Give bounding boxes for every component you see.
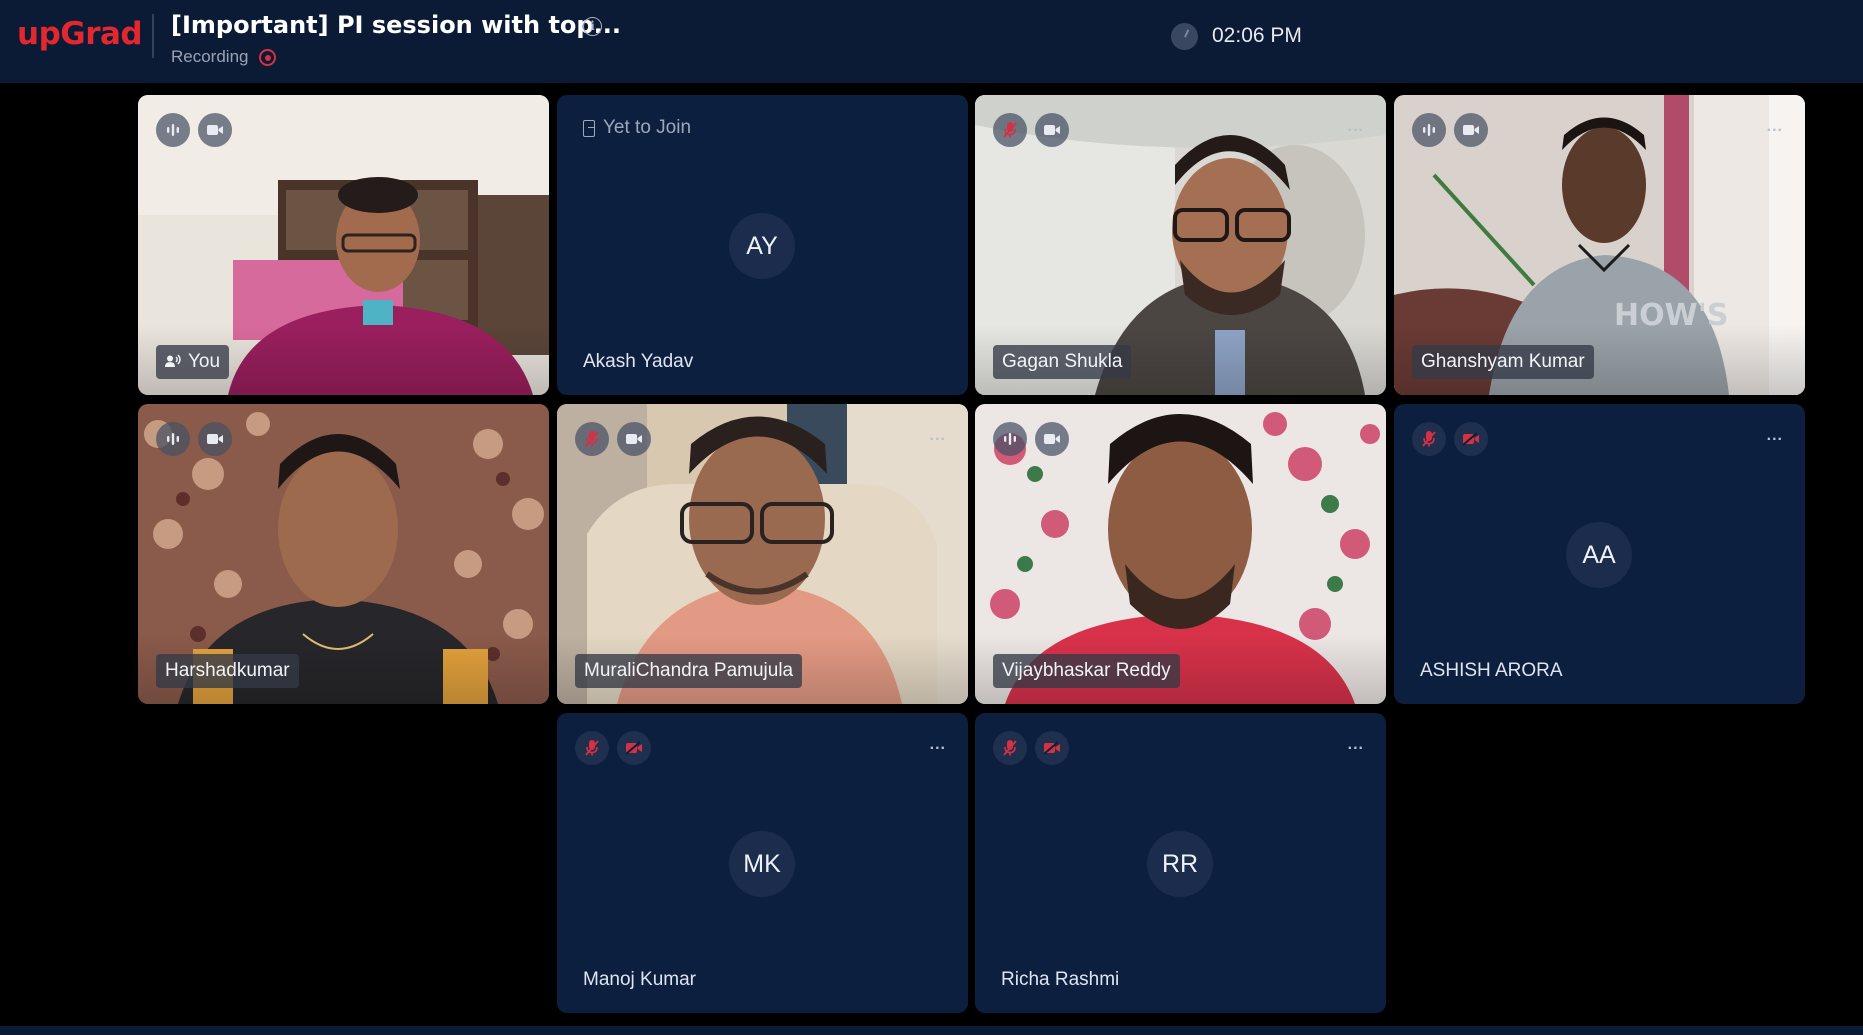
header-divider: [152, 14, 154, 58]
mic-icon[interactable]: [156, 113, 190, 147]
upgrad-logo: upGrad: [17, 16, 143, 52]
participant-name: Gagan Shukla: [993, 345, 1132, 379]
camera-icon[interactable]: [1454, 113, 1488, 147]
mic-muted-icon[interactable]: [575, 422, 609, 456]
more-options-icon[interactable]: ...: [1767, 428, 1783, 444]
clock-icon: [1171, 23, 1198, 50]
mic-icon[interactable]: [1412, 113, 1446, 147]
participant-tile-harshadkumar[interactable]: Harshadkumar: [138, 404, 549, 704]
mic-muted-icon[interactable]: [575, 731, 609, 765]
info-icon[interactable]: i: [583, 17, 602, 36]
mic-muted-icon[interactable]: [993, 113, 1027, 147]
participant-tile-gagan-shukla[interactable]: ... Gagan Shukla: [975, 95, 1386, 395]
more-options-icon[interactable]: ...: [1348, 737, 1364, 753]
participant-tile-ghanshyam-kumar[interactable]: HOW'S ... Ghanshyam Kumar: [1394, 95, 1805, 395]
participant-name: Ghanshyam Kumar: [1412, 345, 1594, 379]
participant-name-label: You: [188, 351, 221, 372]
camera-icon[interactable]: [617, 422, 651, 456]
participant-name: Vijaybhaskar Reddy: [993, 654, 1180, 688]
mic-muted-icon[interactable]: [993, 731, 1027, 765]
camera-icon[interactable]: [1035, 113, 1069, 147]
participant-name: Manoj Kumar: [583, 969, 696, 990]
camera-off-icon[interactable]: [1035, 731, 1069, 765]
participant-name: Richa Rashmi: [1001, 969, 1120, 990]
participant-tile-vijaybhaskar-reddy[interactable]: Vijaybhaskar Reddy: [975, 404, 1386, 704]
more-options-icon[interactable]: ...: [930, 737, 946, 753]
participant-name: ASHISH ARORA: [1420, 660, 1563, 681]
svg-text:HOW'S: HOW'S: [1614, 298, 1729, 333]
participant-name: You: [156, 345, 230, 379]
camera-icon[interactable]: [198, 113, 232, 147]
speaker-icon: [165, 354, 181, 367]
avatar: RR: [1147, 831, 1213, 897]
session-title: [Important] PI session with top...: [171, 11, 621, 39]
participant-tile-you[interactable]: You: [138, 95, 549, 395]
more-options-icon[interactable]: ...: [1767, 119, 1783, 135]
participant-name: Akash Yadav: [583, 351, 694, 372]
camera-off-icon[interactable]: [617, 731, 651, 765]
mic-muted-icon[interactable]: [1412, 422, 1446, 456]
participant-tile-richa-rashmi[interactable]: ... RR Richa Rashmi: [975, 713, 1386, 1013]
participant-tile-manoj-kumar[interactable]: ... MK Manoj Kumar: [557, 713, 968, 1013]
avatar: AA: [1566, 522, 1632, 588]
more-options-icon[interactable]: ...: [930, 428, 946, 444]
participant-name: Harshadkumar: [156, 654, 299, 688]
participant-tile-muralichandra-pamujula[interactable]: ... MuraliChandra Pamujula: [557, 404, 968, 704]
camera-icon[interactable]: [1035, 422, 1069, 456]
participant-tile-ashish-arora[interactable]: ... AA ASHISH ARORA: [1394, 404, 1805, 704]
bottom-bar: [0, 1026, 1863, 1035]
top-bar: upGrad [Important] PI session with top..…: [0, 0, 1863, 83]
avatar: AY: [729, 213, 795, 279]
recording-label: Recording: [171, 47, 249, 66]
more-options-icon[interactable]: ...: [1348, 119, 1364, 135]
recording-dot-icon: [259, 49, 276, 66]
join-door-icon: [583, 119, 595, 137]
participant-name: MuraliChandra Pamujula: [575, 654, 803, 688]
participant-tile-akash-yadav[interactable]: Yet to Join AY Akash Yadav: [557, 95, 968, 395]
camera-off-icon[interactable]: [1454, 422, 1488, 456]
camera-icon[interactable]: [198, 422, 232, 456]
yet-to-join-status: Yet to Join: [583, 117, 691, 139]
mic-icon[interactable]: [993, 422, 1027, 456]
clock-time: 02:06 PM: [1212, 24, 1302, 47]
mic-icon[interactable]: [156, 422, 190, 456]
avatar: MK: [729, 831, 795, 897]
yet-to-join-label: Yet to Join: [603, 117, 692, 138]
